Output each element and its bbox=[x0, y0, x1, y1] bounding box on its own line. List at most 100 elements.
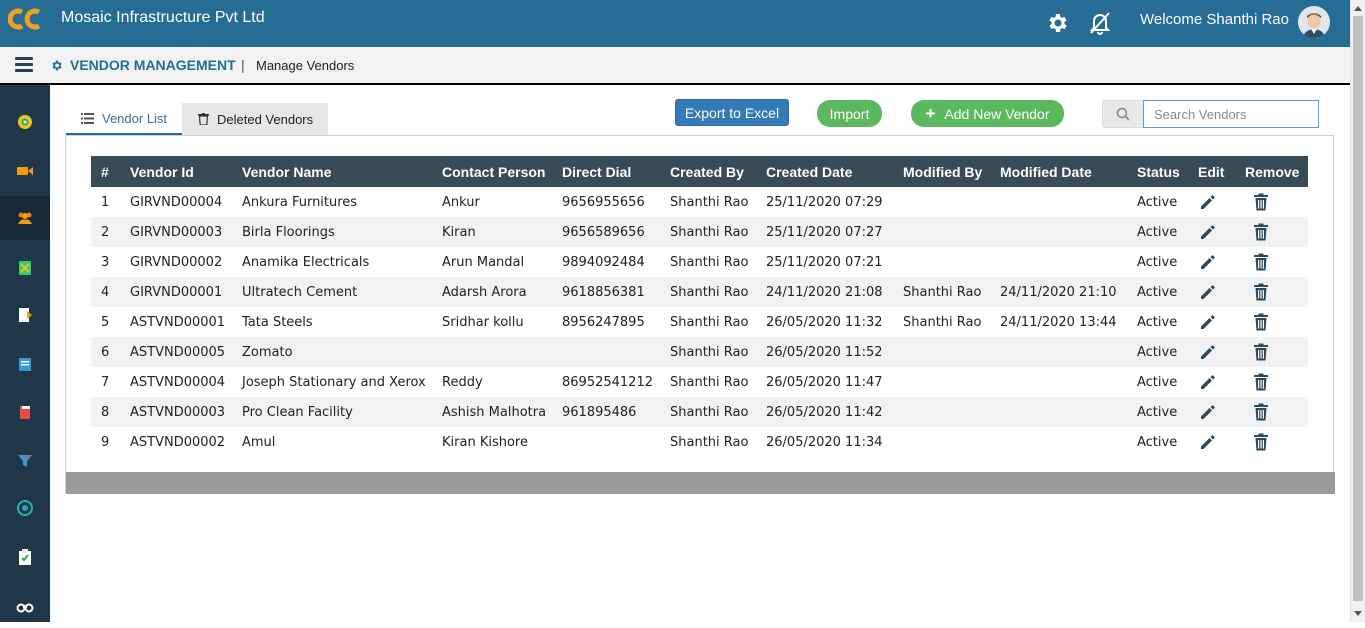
import-button[interactable]: Import bbox=[817, 100, 882, 127]
table-row[interactable]: 5 ASTVND00001 Tata Steels Sridhar kollu 8956… bbox=[91, 307, 1308, 337]
cell-vendor-id: GIRVND00003 bbox=[130, 217, 242, 247]
cell-row-number: 4 bbox=[91, 277, 130, 307]
cell-modified-date bbox=[1000, 337, 1137, 367]
edit-pencil-icon bbox=[1201, 435, 1215, 449]
delete-trash-icon bbox=[1254, 193, 1268, 211]
table-row[interactable]: 8 ASTVND00003 Pro Clean Facility Ashish Mal… bbox=[91, 397, 1308, 427]
col-header-vendor-name[interactable]: Vendor Name bbox=[242, 156, 442, 187]
scroll-up-arrow-icon[interactable] bbox=[1354, 6, 1362, 11]
cell-vendor-name: Amul bbox=[242, 427, 442, 457]
col-header-created-date[interactable]: Created Date bbox=[766, 156, 903, 187]
cell-contact-person bbox=[442, 337, 562, 367]
remove-button[interactable] bbox=[1245, 367, 1308, 397]
table-row[interactable]: 6 ASTVND00005 Zomato Shanthi Rao 26/05/2020 … bbox=[91, 337, 1308, 367]
cell-vendor-id: ASTVND00001 bbox=[130, 307, 242, 337]
remove-button[interactable] bbox=[1245, 397, 1308, 427]
remove-button[interactable] bbox=[1245, 307, 1308, 337]
cell-direct-dial: 961895486 bbox=[562, 397, 670, 427]
delete-trash-icon bbox=[1254, 253, 1268, 271]
cell-created-by: Shanthi Rao bbox=[670, 337, 766, 367]
table-row[interactable]: 9 ASTVND00002 Amul Kiran Kishore Shanthi Rao… bbox=[91, 427, 1308, 457]
col-header-created-by[interactable]: Created By bbox=[670, 156, 766, 187]
notifications-off-icon[interactable] bbox=[1087, 10, 1113, 36]
col-header-modified-date[interactable]: Modified Date bbox=[1000, 156, 1137, 187]
edit-button[interactable] bbox=[1198, 337, 1245, 367]
col-header-direct-dial[interactable]: Direct Dial bbox=[562, 156, 670, 187]
cell-created-by: Shanthi Rao bbox=[670, 397, 766, 427]
sidebar-item-video[interactable] bbox=[0, 149, 50, 193]
user-avatar[interactable] bbox=[1298, 6, 1330, 38]
edit-button[interactable] bbox=[1198, 307, 1245, 337]
tab-vendor-list[interactable]: Vendor List bbox=[66, 103, 182, 135]
sidebar-item-binoculars[interactable] bbox=[0, 584, 50, 628]
tab-deleted-vendors-label: Deleted Vendors bbox=[217, 111, 314, 127]
col-header-vendor-id[interactable]: Vendor Id bbox=[130, 156, 242, 187]
cell-status: Active bbox=[1137, 397, 1198, 427]
cell-modified-date bbox=[1000, 187, 1137, 217]
cell-created-date: 26/05/2020 11:47 bbox=[766, 367, 903, 397]
sidebar-item-users[interactable] bbox=[0, 196, 50, 240]
cell-created-date: 26/05/2020 11:52 bbox=[766, 337, 903, 367]
module-title: VENDOR MANAGEMENT bbox=[70, 57, 236, 73]
sidebar-item-filter[interactable] bbox=[0, 439, 50, 483]
remove-button[interactable] bbox=[1245, 337, 1308, 367]
table-row[interactable]: 2 GIRVND00003 Birla Floorings Kiran 96565896… bbox=[91, 217, 1308, 247]
company-logo[interactable] bbox=[8, 8, 42, 30]
table-row[interactable]: 1 GIRVND00004 Ankura Furnitures Ankur 965695… bbox=[91, 187, 1308, 217]
settings-gear-icon[interactable] bbox=[1045, 11, 1069, 35]
remove-button[interactable] bbox=[1245, 247, 1308, 277]
cell-contact-person: Kiran bbox=[442, 217, 562, 247]
sidebar-item-book[interactable] bbox=[0, 390, 50, 434]
tab-deleted-vendors[interactable]: Deleted Vendors bbox=[182, 103, 328, 135]
add-new-vendor-button[interactable]: + Add New Vendor bbox=[911, 100, 1064, 127]
users-icon bbox=[18, 212, 32, 224]
edit-button[interactable] bbox=[1198, 277, 1245, 307]
edit-button[interactable] bbox=[1198, 187, 1245, 217]
cell-vendor-id: ASTVND00003 bbox=[130, 397, 242, 427]
search-icon bbox=[1116, 107, 1130, 121]
table-footer-bar bbox=[66, 472, 1335, 494]
col-header-number[interactable]: # bbox=[91, 156, 130, 187]
hamburger-menu-icon[interactable] bbox=[15, 57, 33, 73]
cell-modified-date bbox=[1000, 397, 1137, 427]
table-row[interactable]: 3 GIRVND00002 Anamika Electricals Arun Mand… bbox=[91, 247, 1308, 277]
cell-status: Active bbox=[1137, 367, 1198, 397]
sidebar-item-document[interactable] bbox=[0, 293, 50, 337]
edit-button[interactable] bbox=[1198, 247, 1245, 277]
table-row[interactable]: 4 GIRVND00001 Ultratech Cement Adarsh Arora… bbox=[91, 277, 1308, 307]
sidebar-item-dashboard[interactable] bbox=[0, 100, 50, 144]
col-header-status[interactable]: Status bbox=[1137, 156, 1198, 187]
remove-button[interactable] bbox=[1245, 277, 1308, 307]
search-vendors-input[interactable] bbox=[1143, 100, 1319, 128]
export-to-excel-button[interactable]: Export to Excel bbox=[675, 99, 789, 126]
edit-button[interactable] bbox=[1198, 427, 1245, 457]
cell-modified-date bbox=[1000, 217, 1137, 247]
remove-button[interactable] bbox=[1245, 187, 1308, 217]
edit-button[interactable] bbox=[1198, 397, 1245, 427]
col-header-modified-by[interactable]: Modified By bbox=[903, 156, 1000, 187]
cell-modified-by bbox=[903, 337, 1000, 367]
search-button[interactable] bbox=[1102, 100, 1144, 128]
scrollbar-thumb[interactable] bbox=[1353, 16, 1363, 601]
table-row[interactable]: 7 ASTVND00004 Joseph Stationary and Xerox R… bbox=[91, 367, 1308, 397]
sidebar-item-notes[interactable] bbox=[0, 342, 50, 386]
remove-button[interactable] bbox=[1245, 217, 1308, 247]
sidebar-item-target[interactable] bbox=[0, 486, 50, 530]
document-icon bbox=[19, 308, 32, 322]
sidebar-item-spreadsheet[interactable] bbox=[0, 246, 50, 290]
page-scrollbar[interactable] bbox=[1350, 0, 1365, 622]
sidebar-item-clipboard[interactable] bbox=[0, 535, 50, 579]
delete-trash-icon bbox=[1254, 223, 1268, 241]
plus-icon: + bbox=[925, 103, 936, 123]
edit-pencil-icon bbox=[1201, 345, 1215, 359]
cell-vendor-name: Birla Floorings bbox=[242, 217, 442, 247]
edit-button[interactable] bbox=[1198, 367, 1245, 397]
col-header-contact-person[interactable]: Contact Person bbox=[442, 156, 562, 187]
cell-direct-dial: 86952541212 bbox=[562, 367, 670, 397]
cell-vendor-id: ASTVND00004 bbox=[130, 367, 242, 397]
edit-pencil-icon bbox=[1201, 375, 1215, 389]
remove-button[interactable] bbox=[1245, 427, 1308, 457]
scroll-down-arrow-icon[interactable] bbox=[1354, 611, 1362, 616]
edit-button[interactable] bbox=[1198, 217, 1245, 247]
delete-trash-icon bbox=[1254, 373, 1268, 391]
